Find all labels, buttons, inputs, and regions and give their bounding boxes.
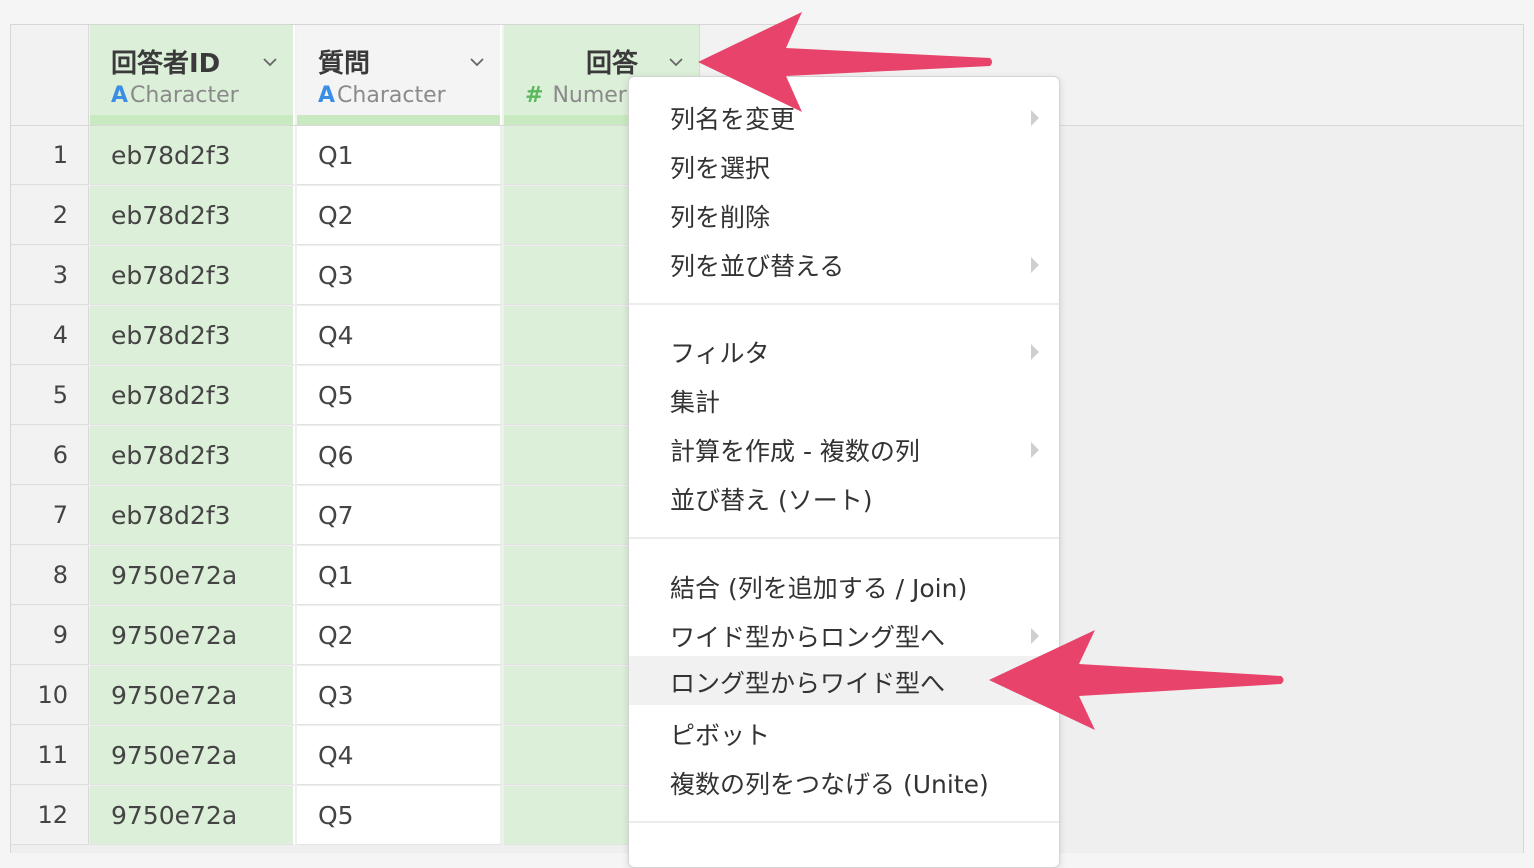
column-name: 質問 (318, 49, 371, 79)
cell-question[interactable]: Q1 (297, 546, 502, 605)
cell-question[interactable]: Q1 (297, 126, 502, 185)
cell-respondent-id[interactable]: eb78d2f3 (90, 246, 295, 305)
menu-item-unite[interactable]: 複数の列をつなげる (Unite) (629, 757, 1059, 806)
cell-question[interactable]: Q7 (297, 486, 502, 545)
menu-item-label: 結合 (列を追加する / Join) (670, 574, 968, 603)
row-number: 10 (11, 666, 89, 725)
row-number: 4 (11, 306, 89, 365)
column-type-label: Character (130, 83, 239, 108)
menu-item-label: 計算を作成 - 複数の列 (670, 437, 920, 466)
cell-question[interactable]: Q4 (297, 306, 502, 365)
row-number: 7 (11, 486, 89, 545)
chevron-down-icon[interactable] (669, 55, 683, 69)
column-context-menu: 列名を変更 列を選択 列を削除 列を並び替える フィルタ 集計 計算を作成 - … (628, 76, 1060, 868)
row-number: 8 (11, 546, 89, 605)
menu-item-label: ワイド型からロング型へ (670, 623, 946, 652)
row-number: 5 (11, 366, 89, 425)
column-header-respondent-id[interactable]: 回答者ID ACharacter (90, 25, 295, 125)
cell-question[interactable]: Q2 (297, 186, 502, 245)
cell-question[interactable]: Q5 (297, 366, 502, 425)
cell-question[interactable]: Q2 (297, 606, 502, 665)
character-type-icon: A (111, 83, 129, 108)
menu-item-reorder-columns[interactable]: 列を並び替える (629, 239, 1059, 288)
menu-separator (629, 303, 1059, 305)
row-number: 2 (11, 186, 89, 245)
chevron-down-icon[interactable] (470, 55, 484, 69)
annotation-arrow-icon (989, 630, 1284, 730)
column-name: 回答者ID (111, 49, 221, 79)
menu-item-sort[interactable]: 並び替え (ソート) (629, 473, 1059, 522)
menu-item-label: ロング型からワイド型へ (670, 669, 946, 698)
row-number: 11 (11, 726, 89, 785)
submenu-arrow-icon (1031, 110, 1039, 126)
cell-respondent-id[interactable]: 9750e72a (90, 546, 295, 605)
column-header-question[interactable]: 質問 ACharacter (297, 25, 502, 125)
row-number: 12 (11, 786, 89, 845)
menu-item-mutate-multiple[interactable]: 計算を作成 - 複数の列 (629, 424, 1059, 473)
row-number: 6 (11, 426, 89, 485)
column-quality-bar (90, 115, 293, 125)
cell-respondent-id[interactable]: 9750e72a (90, 726, 295, 785)
menu-item-label: 列を削除 (670, 203, 771, 232)
character-type-icon: A (318, 83, 336, 108)
menu-separator (629, 537, 1059, 539)
cell-question[interactable]: Q5 (297, 786, 502, 845)
column-type: ACharacter (318, 83, 446, 108)
menu-item-summarize[interactable]: 集計 (629, 375, 1059, 424)
menu-item-label: 列を並び替える (670, 252, 845, 281)
menu-item-label: 集計 (670, 388, 721, 417)
menu-item-label: 並び替え (ソート) (670, 486, 873, 515)
annotation-arrow-icon (698, 12, 992, 112)
row-number: 9 (11, 606, 89, 665)
cell-respondent-id[interactable]: 9750e72a (90, 606, 295, 665)
cell-question[interactable]: Q6 (297, 426, 502, 485)
menu-item-label: ピボット (670, 721, 771, 750)
cell-question[interactable]: Q3 (297, 246, 502, 305)
submenu-arrow-icon (1031, 344, 1039, 360)
submenu-arrow-icon (1031, 442, 1039, 458)
menu-item-select-columns[interactable]: 列を選択 (629, 141, 1059, 190)
menu-separator (629, 821, 1059, 823)
cell-respondent-id[interactable]: 9750e72a (90, 666, 295, 725)
column-quality-bar (297, 115, 500, 125)
menu-item-join[interactable]: 結合 (列を追加する / Join) (629, 561, 1059, 610)
cell-respondent-id[interactable]: 9750e72a (90, 786, 295, 845)
cell-question[interactable]: Q3 (297, 666, 502, 725)
menu-item-filter[interactable]: フィルタ (629, 326, 1059, 375)
column-type-label: Character (337, 83, 446, 108)
numeric-type-icon: # (525, 83, 544, 108)
cell-respondent-id[interactable]: eb78d2f3 (90, 126, 295, 185)
cell-respondent-id[interactable]: eb78d2f3 (90, 186, 295, 245)
cell-respondent-id[interactable]: eb78d2f3 (90, 366, 295, 425)
row-number: 1 (11, 126, 89, 185)
menu-item-delete-column[interactable]: 列を削除 (629, 190, 1059, 239)
cell-question[interactable]: Q4 (297, 726, 502, 785)
cell-respondent-id[interactable]: eb78d2f3 (90, 426, 295, 485)
cell-respondent-id[interactable]: eb78d2f3 (90, 306, 295, 365)
menu-item-label: フィルタ (670, 339, 770, 368)
cell-respondent-id[interactable]: eb78d2f3 (90, 486, 295, 545)
chevron-down-icon[interactable] (263, 55, 277, 69)
column-name: 回答 (586, 49, 639, 79)
column-type: ACharacter (111, 83, 239, 108)
row-number: 3 (11, 246, 89, 305)
menu-item-label: 列を選択 (670, 154, 771, 183)
submenu-arrow-icon (1031, 257, 1039, 273)
row-number-header (11, 25, 89, 125)
menu-item-label: 複数の列をつなげる (Unite) (670, 770, 989, 799)
